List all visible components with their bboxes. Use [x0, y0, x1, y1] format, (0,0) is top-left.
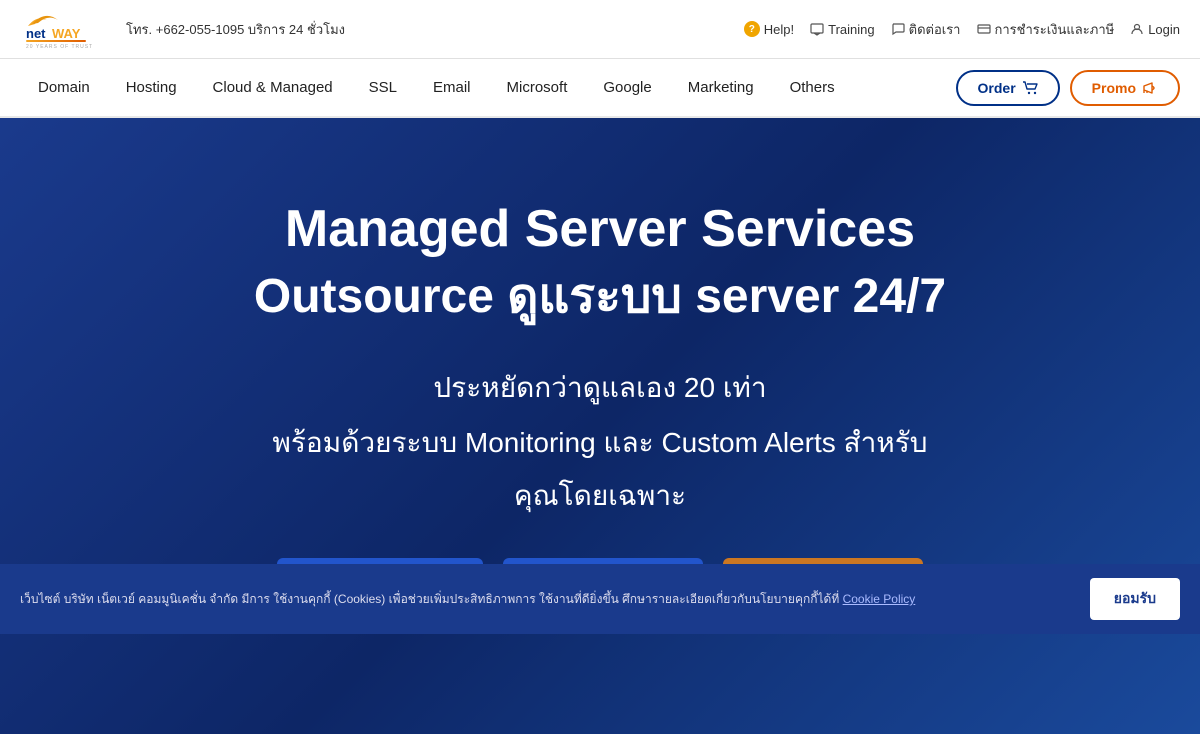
cookie-policy-link[interactable]: Cookie Policy — [843, 592, 916, 606]
nav-google[interactable]: Google — [585, 59, 669, 116]
nav-marketing[interactable]: Marketing — [670, 59, 772, 116]
nav-email[interactable]: Email — [415, 59, 489, 116]
help-icon: ? — [744, 21, 760, 37]
logo-svg: net WAY 20 YEARS OF TRUST — [20, 8, 110, 50]
phone-number: โทร. +662-055-1095 บริการ 24 ชั่วโมง — [126, 19, 345, 40]
megaphone-icon — [1142, 81, 1158, 95]
hero-section: Managed Server Services Outsource ดูแระบ… — [0, 118, 1200, 734]
cookie-banner: เว็บไซต์ บริษัท เน็ตเวย์ คอมมูนิเคชั่น จ… — [0, 564, 1200, 634]
nav-others[interactable]: Others — [772, 59, 853, 116]
top-bar-right: ? Help! Training ติดต่อเรา การชำระเงินแล… — [744, 19, 1180, 40]
nav-links: Domain Hosting Cloud & Managed SSL Email… — [20, 59, 853, 116]
nav-bar: Domain Hosting Cloud & Managed SSL Email… — [0, 59, 1200, 118]
billing-icon — [977, 22, 991, 36]
hero-title-main: Managed Server Services — [40, 198, 1160, 260]
top-bar: net WAY 20 YEARS OF TRUST โทร. +6 — [0, 0, 1200, 59]
login-link[interactable]: Login — [1130, 22, 1180, 37]
logo[interactable]: net WAY 20 YEARS OF TRUST — [20, 8, 110, 50]
nav-buttons: Order Promo — [956, 70, 1180, 106]
svg-text:WAY: WAY — [52, 26, 81, 41]
promo-button[interactable]: Promo — [1070, 70, 1180, 106]
nav-hosting[interactable]: Hosting — [108, 59, 195, 116]
hero-desc2: พร้อมด้วยระบบ Monitoring และ Custom Aler… — [40, 422, 1160, 464]
top-bar-left: net WAY 20 YEARS OF TRUST โทร. +6 — [20, 8, 345, 50]
hero-title-sub: Outsource ดูแระบบ server 24/7 — [40, 268, 1160, 326]
hero-desc1: ประหยัดกว่าดูแลเอง 20 เท่า — [40, 366, 1160, 410]
order-button[interactable]: Order — [956, 70, 1060, 106]
svg-text:20 YEARS OF TRUST: 20 YEARS OF TRUST — [26, 44, 93, 50]
user-icon — [1130, 22, 1144, 36]
svg-text:net: net — [26, 26, 46, 41]
hero-desc3: คุณโดยเฉพาะ — [40, 474, 1160, 518]
training-link[interactable]: Training — [810, 22, 874, 37]
nav-ssl[interactable]: SSL — [351, 59, 415, 116]
chat-icon — [891, 22, 905, 36]
help-link[interactable]: ? Help! — [744, 21, 794, 37]
cookie-accept-button[interactable]: ยอมรับ — [1090, 578, 1180, 620]
cart-icon — [1022, 81, 1038, 95]
cookie-text: เว็บไซต์ บริษัท เน็ตเวย์ คอมมูนิเคชั่น จ… — [20, 590, 1074, 608]
nav-domain[interactable]: Domain — [20, 59, 108, 116]
training-icon — [810, 22, 824, 36]
nav-microsoft[interactable]: Microsoft — [489, 59, 586, 116]
contact-link[interactable]: ติดต่อเรา — [891, 19, 961, 40]
nav-cloud-managed[interactable]: Cloud & Managed — [195, 59, 351, 116]
billing-link[interactable]: การชำระเงินและภาษี — [977, 19, 1115, 40]
